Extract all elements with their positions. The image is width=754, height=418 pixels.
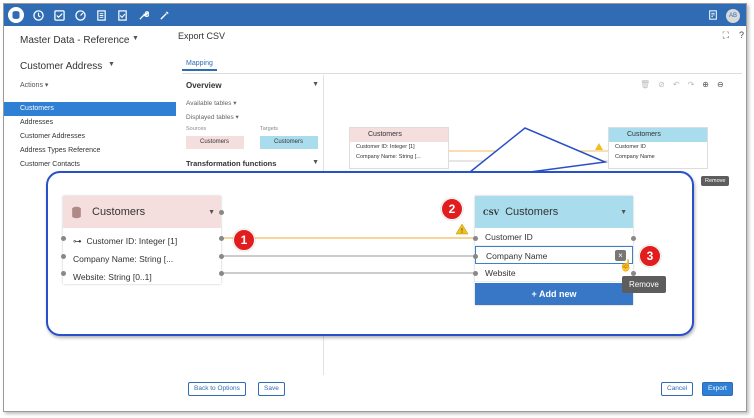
step-badge-2: 2: [441, 198, 463, 220]
entity-title[interactable]: Customer Address: [20, 61, 102, 72]
connector-dot[interactable]: [61, 271, 66, 276]
header-title[interactable]: Master Data - Reference: [20, 35, 130, 46]
chevron-down-icon[interactable]: ▼: [312, 159, 319, 166]
target-table[interactable]: CSV Customers ▼ Customer ID Company Name…: [475, 196, 633, 305]
target-header: CSV Customers ▼: [475, 196, 633, 228]
export-button[interactable]: Export: [702, 382, 733, 396]
step-badge-1: 1: [233, 229, 255, 251]
database-icon[interactable]: [8, 7, 24, 23]
sidebar-item-customer-contacts[interactable]: Customer Contacts: [4, 158, 176, 172]
key-icon: ⊶: [73, 236, 82, 246]
targets-label: Targets: [260, 126, 279, 132]
help-icon[interactable]: ?: [739, 30, 744, 41]
small-source-row: Customer ID: Integer [1]: [356, 144, 415, 150]
zoom-out-icon[interactable]: ⊖: [717, 80, 724, 89]
sidebar-item-addresses[interactable]: Addresses: [4, 116, 176, 130]
sidebar-item-customers[interactable]: Customers: [4, 102, 176, 116]
expand-icon[interactable]: ⛶: [723, 30, 729, 41]
undo-icon[interactable]: ↶: [673, 80, 680, 89]
sources-label: Sources: [186, 126, 207, 132]
source-header: Customers ▼: [63, 196, 221, 228]
connector-dot[interactable]: [631, 236, 636, 241]
small-remove-tooltip: Remove: [701, 176, 730, 186]
connector-dot[interactable]: [219, 254, 224, 259]
header-icons: ⛶ ?: [723, 30, 744, 41]
trash-icon[interactable]: 🗑: [640, 80, 650, 89]
available-tables[interactable]: Available tables ▾: [186, 99, 237, 107]
clock-icon[interactable]: [31, 8, 45, 22]
avatar[interactable]: AB: [726, 9, 740, 23]
remove-tooltip: Remove: [622, 276, 666, 293]
target-chip[interactable]: Customers: [260, 136, 318, 149]
source-table[interactable]: Customers ▼ ⊶ Customer ID: Integer [1] Co…: [63, 196, 221, 284]
report-icon[interactable]: [708, 7, 718, 25]
small-target-table[interactable]: Customers Customer ID Company Name: [608, 127, 708, 169]
connector-dot[interactable]: [473, 236, 478, 241]
csv-badge-icon: CSV: [483, 207, 500, 217]
step-badge-3: 3: [639, 245, 661, 267]
connector-dot[interactable]: [61, 236, 66, 241]
target-row-customer-id[interactable]: Customer ID: [475, 228, 633, 246]
small-target-title: Customers: [609, 128, 707, 142]
chevron-down-icon[interactable]: ▼: [208, 209, 215, 216]
target-title: Customers: [505, 206, 559, 218]
chevron-down-icon[interactable]: ▼: [108, 61, 115, 68]
redo-icon[interactable]: ↷: [688, 80, 695, 89]
top-navbar: AB: [4, 4, 746, 26]
checkbox-icon[interactable]: [52, 8, 66, 22]
zoom-in-icon[interactable]: ⊕: [702, 80, 709, 89]
connector-dot[interactable]: [219, 210, 224, 215]
tab-bar: Mapping: [182, 60, 217, 71]
chevron-down-icon[interactable]: ▼: [132, 35, 139, 42]
gauge-icon[interactable]: [73, 8, 87, 22]
overview-title: Overview: [186, 81, 222, 90]
target-row-company-name[interactable]: Company Name ×: [475, 246, 633, 264]
displayed-tables[interactable]: Displayed tables ▾: [186, 113, 239, 121]
source-chip[interactable]: Customers: [186, 136, 244, 149]
source-row-customer-id[interactable]: ⊶ Customer ID: Integer [1]: [63, 232, 221, 250]
connector-dot[interactable]: [473, 254, 478, 259]
task-check-icon[interactable]: [115, 8, 129, 22]
small-target-row: Company Name: [615, 154, 655, 160]
small-target-row: Customer ID: [615, 144, 646, 150]
tab-mapping[interactable]: Mapping: [182, 60, 217, 71]
back-to-options-button[interactable]: Back to Options: [188, 382, 246, 396]
save-button[interactable]: Save: [258, 382, 285, 396]
small-source-row: Company Name: String [...: [356, 154, 421, 160]
transformation-functions[interactable]: Transformation functions: [186, 159, 276, 168]
source-row-company-name[interactable]: Company Name: String [...: [63, 250, 221, 268]
tools-icon[interactable]: [157, 8, 171, 22]
target-row-website[interactable]: Website: [475, 264, 633, 282]
actions-menu[interactable]: Actions ▾: [20, 81, 48, 89]
source-row-website[interactable]: Website: String [0..1]: [63, 268, 221, 286]
document-icon[interactable]: [94, 8, 108, 22]
link-icon[interactable]: ⊘: [658, 80, 665, 89]
canvas-toolbar: 🗑 ⊘ ↶ ↷ ⊕ ⊖: [640, 80, 724, 89]
sidebar-item-customer-addresses[interactable]: Customer Addresses: [4, 130, 176, 144]
topbar-right: AB: [708, 7, 740, 25]
cursor-hand-icon: ☝: [619, 260, 633, 272]
database-icon: [72, 206, 81, 218]
chevron-down-icon[interactable]: ▼: [620, 209, 627, 216]
add-new-button[interactable]: + Add new: [475, 283, 633, 305]
small-source-table[interactable]: Customers Customer ID: Integer [1] Compa…: [349, 127, 449, 169]
source-title: Customers: [92, 206, 146, 218]
sidebar-list: Customers Addresses Customer Addresses A…: [4, 102, 176, 172]
chevron-down-icon[interactable]: ▼: [312, 81, 319, 88]
connector-dot[interactable]: [473, 271, 478, 276]
tab-divider: [182, 73, 742, 74]
small-source-title: Customers: [350, 128, 448, 142]
connector-dot[interactable]: [219, 271, 224, 276]
cancel-button[interactable]: Cancel: [661, 382, 694, 396]
wrench-icon[interactable]: [136, 8, 150, 22]
sidebar-item-address-types[interactable]: Address Types Reference: [4, 144, 176, 158]
page-title: Export CSV: [178, 31, 226, 41]
connector-dot[interactable]: [219, 236, 224, 241]
connector-dot[interactable]: [61, 254, 66, 259]
